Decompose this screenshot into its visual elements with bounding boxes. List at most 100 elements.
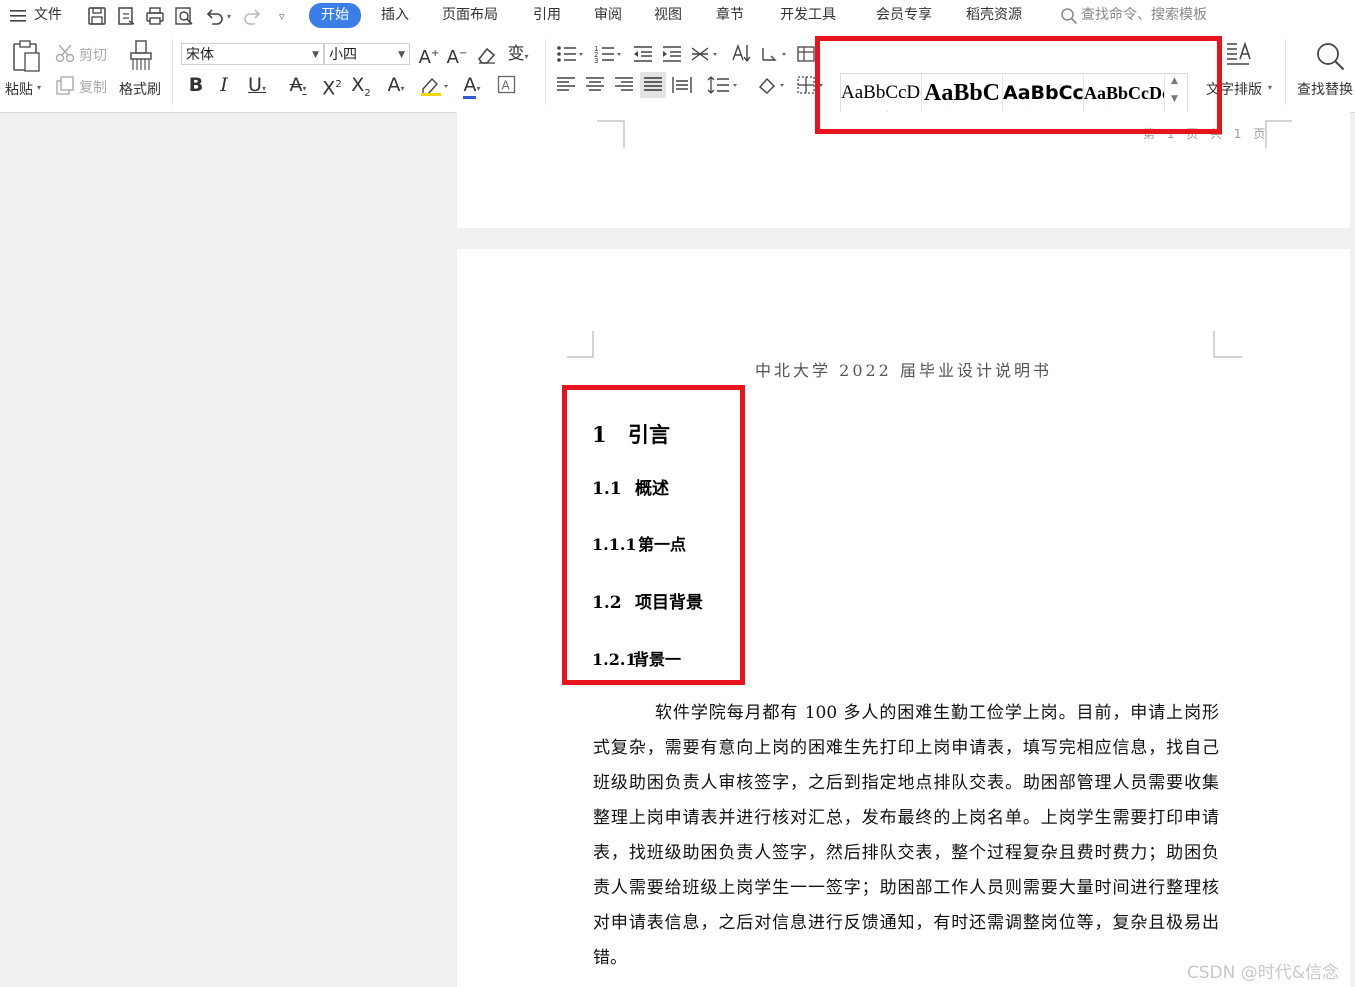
align-center-icon[interactable] bbox=[585, 76, 605, 94]
align-left-icon[interactable] bbox=[556, 76, 576, 94]
heading-number: 1.1.1 bbox=[592, 535, 637, 554]
text-layout-button[interactable]: 文字排版 bbox=[1206, 79, 1262, 99]
body-paragraph-line[interactable]: 表，找班级助困负责人签字，然后排队交表，整个过程复杂且费时费力；助困负 bbox=[593, 836, 1219, 871]
paste-button[interactable]: 粘贴 bbox=[5, 79, 33, 99]
shrink-font-icon[interactable]: A− bbox=[446, 42, 468, 68]
increase-indent-icon[interactable] bbox=[661, 44, 683, 64]
tab-review[interactable]: 审阅 bbox=[594, 0, 622, 31]
font-name-select[interactable]: 宋体 ▼ bbox=[181, 43, 324, 65]
tab-page-layout[interactable]: 页面布局 bbox=[442, 0, 498, 31]
print-icon[interactable] bbox=[144, 5, 166, 27]
shading-icon[interactable] bbox=[757, 75, 787, 95]
show-marks-icon[interactable] bbox=[759, 44, 789, 64]
align-right-icon[interactable] bbox=[614, 76, 634, 94]
font-size-value: 小四 bbox=[329, 47, 357, 63]
body-paragraph-line[interactable]: 错。 bbox=[593, 941, 1219, 976]
underline-icon[interactable]: U▾ bbox=[242, 73, 272, 97]
tab-developer-tools[interactable]: 开发工具 bbox=[780, 0, 836, 31]
gallery-scroll-down-icon[interactable]: ▼ bbox=[1171, 94, 1178, 104]
line-spacing-icon[interactable] bbox=[707, 75, 739, 95]
cut-icon[interactable] bbox=[55, 43, 75, 63]
heading-2[interactable]: 1.1 概述 bbox=[592, 474, 669, 499]
undo-dropdown-icon[interactable]: ▾ bbox=[227, 1, 231, 32]
table-tools-icon[interactable] bbox=[796, 44, 818, 64]
command-search-input[interactable]: 查找命令、搜索模板 bbox=[1081, 0, 1207, 31]
superscript-icon[interactable]: X2 bbox=[320, 73, 344, 99]
format-painter-icon[interactable] bbox=[127, 39, 155, 73]
body-paragraph-line[interactable]: 责人需要给班级上岗学生一一签字；助困部工作人员则需要大量时间进行整理核 bbox=[593, 871, 1219, 906]
font-color-icon[interactable]: A▾ bbox=[456, 73, 488, 99]
file-menu[interactable]: 文件 bbox=[34, 0, 62, 31]
paste-icon[interactable] bbox=[10, 39, 42, 73]
find-replace-icon[interactable] bbox=[1315, 41, 1347, 73]
save-icon[interactable] bbox=[86, 5, 108, 27]
text-effect-icon[interactable]: A▾ bbox=[380, 73, 412, 97]
tab-view[interactable]: 视图 bbox=[654, 0, 682, 31]
page-number-footer: 第 1 页 共 1 页 bbox=[1143, 127, 1270, 141]
gallery-scroll-up-icon[interactable]: ▲ bbox=[1171, 76, 1178, 86]
page-margin-corner bbox=[567, 331, 594, 358]
tab-references[interactable]: 引用 bbox=[533, 0, 561, 31]
svg-text:3: 3 bbox=[594, 57, 598, 64]
search-icon[interactable] bbox=[1060, 7, 1078, 25]
paste-dropdown-icon[interactable]: ▾ bbox=[37, 83, 41, 92]
tab-start[interactable]: 开始 bbox=[309, 3, 361, 28]
font-size-select[interactable]: 小四 ▼ bbox=[324, 43, 410, 65]
phonetic-guide-icon[interactable]: 变▾ bbox=[503, 42, 533, 66]
heading-3[interactable]: 1.1.1第一点 bbox=[592, 531, 686, 555]
tab-chapter[interactable]: 章节 bbox=[716, 0, 744, 31]
style-normal-preview: AaBbCcDd bbox=[841, 82, 921, 103]
bullet-list-icon[interactable] bbox=[556, 44, 586, 64]
redo-icon[interactable] bbox=[242, 5, 264, 27]
distributed-align-icon[interactable] bbox=[671, 75, 693, 95]
character-border-icon[interactable]: A bbox=[497, 75, 517, 95]
subscript-icon[interactable]: X2 bbox=[349, 73, 373, 99]
tab-insert[interactable]: 插入 bbox=[381, 0, 409, 31]
body-paragraph-line[interactable]: 式复杂，需要有意向上岗的困难生先打印上岗申请表，填写完相应信息，找自己 bbox=[593, 731, 1219, 766]
hamburger-menu-icon[interactable] bbox=[10, 9, 28, 23]
bold-icon[interactable]: B bbox=[186, 73, 206, 97]
text-layout-dropdown-icon[interactable]: ▾ bbox=[1268, 83, 1272, 92]
heading-number: 1 bbox=[592, 422, 607, 447]
heading-1[interactable]: 1 引言 bbox=[592, 419, 670, 449]
borders-icon[interactable] bbox=[796, 75, 826, 95]
print-preview-icon[interactable] bbox=[173, 5, 195, 27]
format-painter-button[interactable]: 格式刷 bbox=[119, 79, 161, 99]
heading-2[interactable]: 1.2 项目背景 bbox=[592, 588, 703, 613]
sort-icon[interactable] bbox=[730, 42, 752, 64]
page-margin-corner bbox=[597, 120, 625, 148]
font-name-value: 宋体 bbox=[186, 47, 214, 63]
chevron-down-icon: ▼ bbox=[312, 50, 319, 60]
find-replace-button[interactable]: 查找替换 bbox=[1297, 79, 1353, 99]
heading-3[interactable]: 1.2.1背景一 bbox=[592, 646, 681, 670]
document-page-2[interactable]: 中北大学 2022 届毕业设计说明书 1 引言 1.1 概述 1.1.1第一点 1.… bbox=[457, 249, 1350, 987]
body-paragraph-line[interactable]: 软件学院每月都有 100 多人的困难生勤工俭学上岗。目前，申请上岗形 bbox=[655, 696, 1219, 731]
decrease-indent-icon[interactable] bbox=[632, 44, 654, 64]
page-header: 中北大学 2022 届毕业设计说明书 bbox=[755, 361, 1052, 380]
export-pdf-icon[interactable] bbox=[115, 5, 137, 27]
numbered-list-icon[interactable]: 123 bbox=[594, 44, 624, 64]
body-paragraph-line[interactable]: 班级助困负责人审核签字，之后到指定地点排队交表。助困部管理人员需要收集 bbox=[593, 766, 1219, 801]
quick-access-more-icon[interactable]: ▿ bbox=[279, 1, 285, 32]
highlight-color-icon[interactable] bbox=[419, 75, 449, 97]
body-paragraph-line[interactable]: 整理上岗申请表并进行核对汇总，发布最终的上岗名单。上岗学生需要打印申请 bbox=[593, 801, 1219, 836]
text-layout-icon[interactable] bbox=[1224, 39, 1256, 71]
copy-button[interactable]: 复制 bbox=[79, 77, 107, 97]
italic-icon[interactable]: I bbox=[214, 73, 234, 97]
heading-number: 1.2 bbox=[592, 593, 622, 613]
chevron-down-icon: ▼ bbox=[398, 50, 405, 60]
grow-font-icon[interactable]: A+ bbox=[418, 42, 440, 68]
copy-icon[interactable] bbox=[55, 76, 75, 96]
clear-format-icon[interactable] bbox=[476, 45, 498, 65]
body-paragraph-line[interactable]: 对申请表信息，之后对信息进行反馈通知，有时还需调整岗位等，复杂且极易出 bbox=[593, 906, 1219, 941]
ribbon-divider bbox=[172, 39, 173, 105]
strikethrough-icon[interactable]: A▾ bbox=[282, 73, 314, 97]
chinese-layout-icon[interactable] bbox=[690, 44, 720, 64]
tab-docer-resources[interactable]: 稻壳资源 bbox=[966, 0, 1022, 31]
svg-text:A: A bbox=[502, 79, 511, 93]
undo-icon[interactable] bbox=[203, 5, 225, 27]
heading-text: 背景一 bbox=[633, 650, 682, 669]
justify-icon[interactable] bbox=[640, 72, 666, 98]
cut-button[interactable]: 剪切 bbox=[79, 45, 107, 65]
tab-member[interactable]: 会员专享 bbox=[876, 0, 932, 31]
